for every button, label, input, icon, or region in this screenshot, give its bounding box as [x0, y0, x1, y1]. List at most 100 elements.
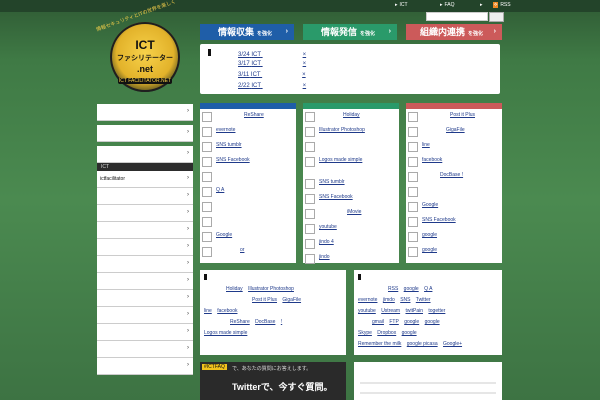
- list-item[interactable]: [406, 184, 502, 199]
- list-item[interactable]: SNS tumblr: [303, 176, 399, 191]
- list-item[interactable]: SNS tumblr: [200, 139, 296, 154]
- sidebar-item[interactable]: ›: [97, 358, 193, 375]
- site-logo[interactable]: ICT ファシリテーター .net ICT FACILITATOR.NET: [110, 22, 180, 92]
- nav-extra[interactable]: ▸: [480, 2, 485, 8]
- list-item[interactable]: [303, 139, 399, 154]
- list-item[interactable]: Google: [406, 199, 502, 214]
- tag-link[interactable]: line: [204, 308, 212, 314]
- hashtag-badge: #ICTFAQ: [202, 364, 227, 370]
- sidebar-item[interactable]: ›: [97, 222, 193, 239]
- list-item[interactable]: evernote: [200, 124, 296, 139]
- list-item[interactable]: SNS Facebook: [200, 154, 296, 169]
- sidebar-item[interactable]: ›: [97, 125, 193, 142]
- list-item[interactable]: Logos made simple: [303, 154, 399, 176]
- tab-info-send[interactable]: 情報発信 を強化 ›: [303, 24, 397, 40]
- tag-link[interactable]: RSS: [388, 286, 398, 292]
- tag-link[interactable]: facebook: [217, 308, 237, 314]
- sidebar-item[interactable]: ›: [97, 341, 193, 358]
- twitter-desc: で、あなたの質問にお答えします。: [232, 366, 312, 372]
- twitter-banner[interactable]: #ICTFAQ で、あなたの質問にお答えします。 Twitterで、今すぐ質問。: [200, 362, 346, 400]
- list-item[interactable]: jindo: [303, 251, 399, 266]
- thumbnail: [305, 157, 315, 167]
- tag-link[interactable]: FTP: [389, 319, 398, 325]
- tag-link[interactable]: Twitter: [416, 297, 431, 303]
- list-item[interactable]: google: [406, 244, 502, 259]
- list-item[interactable]: SNS Facebook: [303, 191, 399, 206]
- tag-link[interactable]: gmail: [372, 319, 384, 325]
- nav-ict[interactable]: ▸ ICT: [395, 2, 410, 8]
- list-item[interactable]: Holiday: [303, 109, 399, 124]
- list-item[interactable]: SNS Facebook: [406, 214, 502, 229]
- sidebar-item[interactable]: ›: [97, 146, 193, 163]
- tag-link[interactable]: Logos made simple: [204, 330, 247, 336]
- news-item[interactable]: 3/24 ICT ×: [238, 52, 328, 58]
- list-item[interactable]: Google: [200, 229, 296, 244]
- tab-org-collab[interactable]: 組織内連携 を強化 ›: [406, 24, 502, 40]
- tag-link[interactable]: google: [425, 319, 440, 325]
- list-item[interactable]: GigaFile: [406, 124, 502, 139]
- list-item[interactable]: DocBase !: [406, 169, 502, 184]
- list-item[interactable]: ReShare: [200, 109, 296, 124]
- news-item[interactable]: 2/22 ICT ×: [238, 83, 328, 89]
- list-item[interactable]: or: [200, 244, 296, 259]
- tag-link[interactable]: evernote: [358, 297, 377, 303]
- search-button[interactable]: [489, 12, 504, 22]
- sidebar-item[interactable]: ›: [97, 307, 193, 324]
- tag-link[interactable]: Remember the milk: [358, 341, 401, 347]
- sidebar-item[interactable]: ›: [97, 290, 193, 307]
- list-item[interactable]: jindo 4: [303, 236, 399, 251]
- list-item[interactable]: [200, 214, 296, 229]
- chevron-right-icon: ›: [187, 294, 189, 300]
- nav-faq[interactable]: ▸ FAQ: [440, 2, 457, 8]
- news-item[interactable]: 3/11 ICT ×: [238, 72, 328, 78]
- tag-link[interactable]: google picasa: [407, 341, 438, 347]
- chevron-right-icon: ›: [187, 328, 189, 334]
- chevron-right-icon: ›: [285, 28, 288, 35]
- tag-link[interactable]: Google+: [443, 341, 462, 347]
- sidebar-item[interactable]: ›: [97, 104, 193, 121]
- tag-link[interactable]: Post it Plus: [252, 297, 277, 303]
- tag-link[interactable]: twitPain: [405, 308, 423, 314]
- tag-link[interactable]: google: [404, 319, 419, 325]
- tag-link[interactable]: Dropbox: [377, 330, 396, 336]
- sidebar-item[interactable]: ›: [97, 239, 193, 256]
- tag-link[interactable]: Holiday: [226, 286, 243, 292]
- thumbnail: [408, 217, 418, 227]
- sidebar-item[interactable]: ›: [97, 324, 193, 341]
- tag-link[interactable]: GigaFile: [282, 297, 301, 303]
- list-item[interactable]: line: [406, 139, 502, 154]
- sidebar-item-ictfacilitator[interactable]: ictfacilitator ›: [97, 171, 193, 188]
- tag-link[interactable]: SNS: [400, 297, 410, 303]
- tag-link[interactable]: Skype: [358, 330, 372, 336]
- nav-rss[interactable]: ⟡ RSS: [493, 2, 513, 8]
- list-item[interactable]: [200, 199, 296, 214]
- list-item[interactable]: youtube: [303, 221, 399, 236]
- tag-link[interactable]: !: [281, 319, 282, 325]
- tag-link[interactable]: ReShare: [230, 319, 250, 325]
- list-item[interactable]: Post it Plus: [406, 109, 502, 124]
- list-item[interactable]: facebook: [406, 154, 502, 169]
- tag-link[interactable]: jimdo: [383, 297, 395, 303]
- thumbnail: [202, 187, 212, 197]
- sidebar-item[interactable]: ›: [97, 188, 193, 205]
- tag-link[interactable]: DocBase: [255, 319, 275, 325]
- sidebar-item[interactable]: ›: [97, 256, 193, 273]
- list-item[interactable]: Q A: [200, 184, 296, 199]
- list-item[interactable]: iMovie: [303, 206, 399, 221]
- list-item[interactable]: Illustrator Photoshop: [303, 124, 399, 139]
- sidebar-section-head: ICT: [97, 163, 193, 171]
- tab-info-collect[interactable]: 情報収集 を強化 ›: [200, 24, 294, 40]
- tag-link[interactable]: google: [402, 330, 417, 336]
- list-item[interactable]: google: [406, 229, 502, 244]
- tag-link[interactable]: google: [404, 286, 419, 292]
- news-item[interactable]: 3/17 ICT ×: [238, 61, 328, 67]
- search-input[interactable]: [426, 12, 488, 21]
- tag-link[interactable]: Ustream: [381, 308, 400, 314]
- sidebar-item[interactable]: ›: [97, 273, 193, 290]
- tag-link[interactable]: Q A: [424, 286, 432, 292]
- sidebar-item[interactable]: ›: [97, 205, 193, 222]
- tag-link[interactable]: youtube: [358, 308, 376, 314]
- tag-link[interactable]: togetter: [428, 308, 445, 314]
- tag-link[interactable]: Illustrator Photoshop: [248, 286, 294, 292]
- list-item[interactable]: [200, 169, 296, 184]
